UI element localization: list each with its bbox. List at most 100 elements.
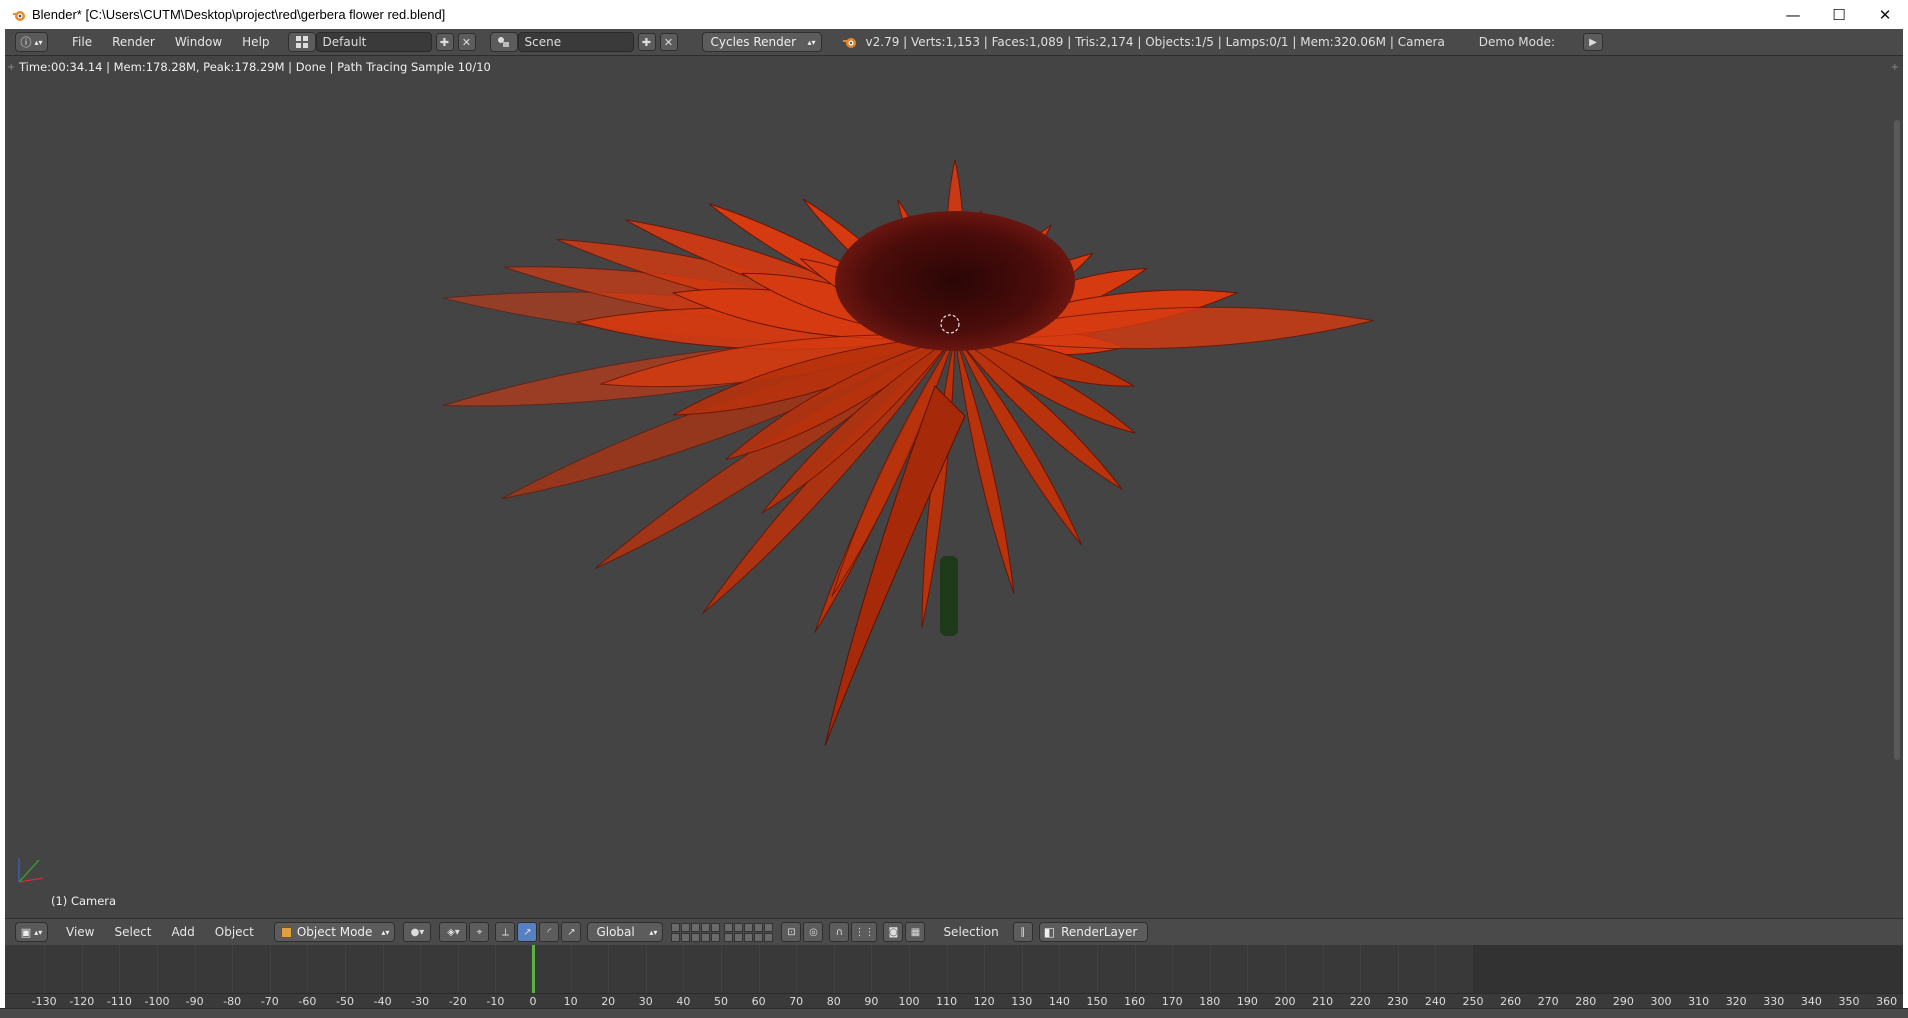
timeline-gridline: [1397, 945, 1399, 993]
active-object-label: (1) Camera: [51, 894, 117, 908]
timeline-gridline: [495, 945, 497, 993]
pivot-icon: ◈▾: [447, 926, 460, 938]
minimize-button[interactable]: —: [1770, 0, 1816, 29]
curve-icon: ◜: [547, 926, 552, 938]
scene-browse-button[interactable]: [489, 32, 518, 52]
view3d-icon: ▣: [20, 925, 32, 939]
add-scene-button[interactable]: ✚: [637, 33, 656, 51]
snap-element-dropdown[interactable]: ⋮⋮: [851, 922, 878, 942]
timeline-tick-label: 320: [1725, 995, 1747, 1008]
timeline-tick-label: 170: [1161, 995, 1183, 1008]
timeline-gridline: [1021, 945, 1023, 993]
scene-statistics: v2.79 | Verts:1,153 | Faces:1,089 | Tris…: [865, 35, 1445, 49]
menu-add[interactable]: Add: [162, 925, 205, 939]
timeline-tick-label: 60: [751, 995, 766, 1008]
close-button[interactable]: ✕: [1862, 0, 1908, 29]
transform-manipulator-button[interactable]: ↗: [561, 922, 582, 942]
timeline-tick-label: 20: [601, 995, 616, 1008]
maximize-button[interactable]: ☐: [1816, 0, 1862, 29]
render-engine-label: Cycles Render: [710, 35, 797, 49]
editor-type-selector[interactable]: ▣ ▴▾: [15, 922, 48, 942]
interaction-mode-dropdown[interactable]: Object Mode ▴▾: [273, 922, 396, 942]
layout-grid-icon: [295, 36, 308, 48]
timeline-tick-label: 190: [1236, 995, 1258, 1008]
proportional-edit-button[interactable]: ◎: [803, 922, 824, 942]
manipulator-toggle[interactable]: ⌖: [469, 922, 490, 942]
axis-gizmo-icon: [18, 858, 44, 883]
screen-layout-browse-button[interactable]: [287, 32, 316, 52]
timeline-gridline: [119, 945, 121, 993]
rotate-manipulator-button[interactable]: ↗: [517, 922, 538, 942]
transform-orientation-dropdown[interactable]: Global ▴▾: [587, 922, 664, 942]
add-screen-button[interactable]: ✚: [435, 33, 454, 51]
remove-screen-button[interactable]: ✕: [457, 33, 476, 51]
selection-toggle[interactable]: ∥: [1012, 922, 1033, 942]
menu-window[interactable]: Window: [165, 35, 232, 49]
area-split-icon[interactable]: +: [7, 62, 15, 73]
plus-icon: ✚: [641, 35, 652, 49]
timeline-tick-label: 110: [936, 995, 958, 1008]
timeline-tick-label: -10: [486, 995, 505, 1008]
chevron-updown-icon: ▴▾: [34, 37, 43, 47]
timeline-gridline: [984, 945, 986, 993]
timeline-tick-label: 10: [563, 995, 578, 1008]
viewport-scrollbar[interactable]: [1894, 120, 1900, 760]
timeline-gridline: [1285, 945, 1286, 993]
viewport-shading-dropdown[interactable]: ●▾: [403, 922, 432, 942]
translate-icon: ⟂: [502, 926, 509, 938]
menu-help[interactable]: Help: [232, 35, 279, 49]
timeline-tick-label: 100: [898, 995, 920, 1008]
timeline-gridline: [420, 945, 422, 993]
arrow-icon: ↗: [523, 926, 532, 938]
chevron-updown-icon: ▴▾: [649, 927, 658, 937]
current-frame-playhead[interactable]: [532, 945, 535, 993]
render-still-button[interactable]: ◙: [883, 922, 904, 942]
window-border-right: [1903, 29, 1908, 1018]
window-title: Blender* [C:\Users\CUTM\Desktop\project\…: [32, 7, 446, 22]
translate-manipulator-button[interactable]: ⟂: [495, 922, 516, 942]
menu-file[interactable]: File: [62, 35, 102, 49]
timeline-tick-label: -100: [144, 995, 170, 1008]
snap-toggle[interactable]: ∩: [829, 922, 850, 942]
shading-sphere-icon: ●▾: [410, 926, 425, 938]
remove-scene-button[interactable]: ✕: [659, 33, 678, 51]
timeline-tick-label: 260: [1500, 995, 1522, 1008]
pivot-point-dropdown[interactable]: ◈▾: [439, 922, 468, 942]
3d-viewport[interactable]: Time:00:34.14 | Mem:178.28M, Peak:178.29…: [5, 56, 1903, 918]
timeline-gridline: [1172, 945, 1174, 993]
timeline-tick-label: 330: [1763, 995, 1785, 1008]
timeline-gridline: [81, 945, 83, 993]
timeline-tick-label: -80: [223, 995, 242, 1008]
camera-icon: ◙: [888, 926, 899, 938]
area-split-icon[interactable]: +: [1891, 62, 1899, 73]
timeline-tick-label: 40: [676, 995, 691, 1008]
demo-play-button[interactable]: ▶: [1583, 33, 1604, 51]
menu-object[interactable]: Object: [205, 925, 264, 939]
timeline-tick-label: 210: [1312, 995, 1334, 1008]
film-icon: ▦: [910, 926, 921, 938]
scale-manipulator-button[interactable]: ◜: [539, 922, 560, 942]
scene-layers-group-b[interactable]: [724, 922, 774, 942]
menu-render[interactable]: Render: [102, 35, 165, 49]
render-layer-field[interactable]: ◧ RenderLayer: [1038, 922, 1149, 942]
timeline-gridline: [871, 945, 873, 993]
timeline-gridline: [1360, 945, 1362, 993]
lock-camera-button[interactable]: ⊡: [781, 922, 802, 942]
editor-type-selector[interactable]: ⓘ ▴▾: [15, 32, 48, 52]
scene-layers-group-a[interactable]: [671, 922, 721, 942]
lock-icon: ⊡: [787, 926, 796, 938]
manipulator-icon: ⌖: [476, 926, 483, 938]
menu-select[interactable]: Select: [104, 925, 161, 939]
scene-field[interactable]: Scene: [517, 32, 634, 52]
timeline[interactable]: -130 -120 -110 -100 -90 -80 -70 -60 -50 -40 -30 -20…: [5, 945, 1903, 1008]
render-engine-dropdown[interactable]: Cycles Render ▴▾: [701, 32, 822, 52]
render-animation-button[interactable]: ▦: [905, 922, 926, 942]
menu-view[interactable]: View: [56, 925, 104, 939]
screen-layout-field[interactable]: Default: [315, 32, 432, 52]
timeline-tick-label: 290: [1612, 995, 1634, 1008]
chevron-updown-icon: ▴▾: [34, 927, 43, 937]
timeline-tick-label: 250: [1462, 995, 1484, 1008]
render-status-text: Time:00:34.14 | Mem:178.28M, Peak:178.29…: [19, 60, 491, 74]
blender-logo-icon: [13, 10, 25, 21]
timeline-tick-label: -90: [185, 995, 204, 1008]
